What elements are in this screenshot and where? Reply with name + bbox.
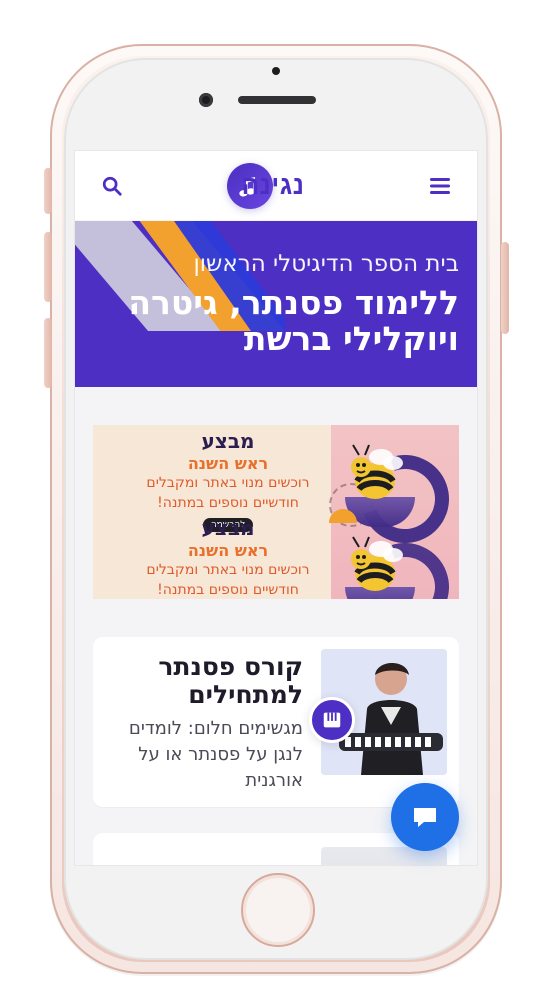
hero-title-line: ללימוד פסנתר, גיטרה xyxy=(128,283,459,322)
phone-side-button xyxy=(44,168,52,214)
promo-line: חודשיים נוספים במתנה! xyxy=(157,494,299,511)
phone-sensor xyxy=(272,67,280,75)
promo-subtitle: ראש השנה xyxy=(187,454,269,473)
course-description-line: לנגן על פסנתר או על xyxy=(138,744,303,766)
promo-text-block: מבצע ראש השנה רוכשים מנוי באתר ומקבלים ח… xyxy=(93,425,459,533)
site-logo[interactable]: נגינה xyxy=(221,162,331,209)
course-title-line: למתחילים xyxy=(188,679,303,709)
course-description: מגשימים חלום: לומדים לנגן על פסנתר או על… xyxy=(113,716,303,794)
course-card-piano-beginners[interactable]: קורס פסנתר למתחילים מגשימים חלום: לומדים… xyxy=(93,637,459,807)
promo-text-block: מבצע ראש השנה רוכשים מנוי באתר ומקבלים ח… xyxy=(93,512,459,599)
phone-screen: נגינה בית הספר הדיגיטלי הראשון ללימוד פס… xyxy=(74,150,478,866)
course-description-line: אורגנית xyxy=(245,770,303,792)
promo-line: רוכשים מנוי באתר ומקבלים xyxy=(146,562,310,579)
search-icon xyxy=(102,176,122,196)
promo-title: מבצע xyxy=(201,516,255,540)
course-title: קורס פסנתר למתחילים xyxy=(113,653,303,708)
phone-home-button xyxy=(241,873,315,947)
course-title-line: קורס פסנתר xyxy=(158,652,303,681)
phone-side-button xyxy=(44,232,52,302)
phone-side-button xyxy=(501,242,509,334)
phone-speaker xyxy=(238,96,316,104)
logo-text: נגינה xyxy=(241,170,305,200)
hero-title: ללימוד פסנתר, גיטרה ויוקלילי ברשת xyxy=(93,285,459,356)
promo-banner[interactable]: מבצע ראש השנה רוכשים מנוי באתר ומקבלים ח… xyxy=(93,425,459,599)
hero-kicker: בית הספר הדיגיטלי הראשון xyxy=(193,251,459,277)
promo-line: חודשיים נוספים במתנה! xyxy=(157,581,299,598)
chat-icon xyxy=(414,808,436,827)
chat-button[interactable] xyxy=(391,783,459,851)
promo-subtitle: ראש השנה xyxy=(187,541,269,560)
course-text: קורס פסנתר למתחילים מגשימים חלום: לומדים… xyxy=(113,653,303,794)
site-header: נגינה xyxy=(75,151,477,221)
course-badge xyxy=(309,697,355,743)
hero-title-line: ויוקלילי ברשת xyxy=(243,318,459,358)
promo-title: מבצע xyxy=(201,429,255,453)
search-button[interactable] xyxy=(95,169,129,203)
promo-line: רוכשים מנוי באתר ומקבלים xyxy=(146,475,310,492)
phone-mockup-stage: נגינה בית הספר הדיגיטלי הראשון ללימוד פס… xyxy=(0,0,554,996)
hero-banner: בית הספר הדיגיטלי הראשון ללימוד פסנתר, ג… xyxy=(75,221,477,387)
menu-button[interactable] xyxy=(423,169,457,203)
phone-front-camera xyxy=(199,93,213,107)
course-description-line: מגשימים חלום: לומדים xyxy=(128,718,303,739)
piano-icon xyxy=(323,712,341,728)
phone-side-button xyxy=(44,318,52,388)
hamburger-icon xyxy=(430,177,450,194)
